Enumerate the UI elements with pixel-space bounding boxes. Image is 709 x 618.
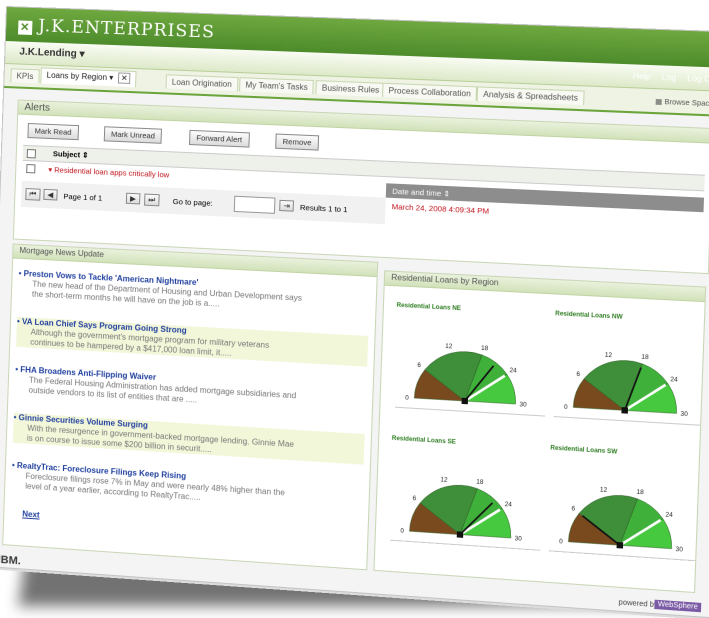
alert-subject[interactable]: ▾ Residential loan apps critically low — [48, 165, 169, 180]
gauge-tick-label: 24 — [505, 502, 513, 509]
gauge-tick-label: 12 — [440, 477, 448, 484]
gauge-tick-label: 18 — [481, 346, 489, 353]
gauge-tick-label: 12 — [445, 344, 453, 351]
goto-page-input[interactable] — [233, 195, 276, 214]
gauge: Residential Loans SW 0 6 12 18 24 30 — [547, 445, 705, 561]
tab-process-collaboration[interactable]: Process Collaboration — [382, 82, 478, 101]
gauge-title: Residential Loans SE — [392, 436, 456, 446]
gauge-title: Residential Loans NW — [555, 311, 623, 321]
gauge-tick-label: 6 — [576, 372, 581, 378]
gauge-tick-label: 30 — [675, 547, 683, 554]
gauge-tick-label: 18 — [641, 355, 649, 362]
gauge-tick-label: 6 — [571, 506, 576, 512]
gauge-tick-label: 0 — [559, 539, 564, 545]
news-item[interactable]: • Preston Vows to Tackle 'American Night… — [18, 269, 370, 318]
gauge: Residential Loans SE 0 6 12 18 24 30 — [388, 436, 544, 551]
log-link[interactable]: Log — [661, 73, 676, 83]
gauge-tick-label: 6 — [417, 363, 421, 369]
brand-mark-icon: ✕ — [17, 20, 33, 35]
go-icon[interactable]: ⇥ — [279, 199, 295, 212]
select-all-checkbox[interactable] — [26, 149, 37, 159]
page-indicator: Page 1 of 1 — [63, 191, 103, 203]
subject-column-header[interactable]: Subject ⇕ — [53, 149, 89, 160]
gauge-tick-label: 24 — [665, 512, 673, 519]
gauge-tick-label: 30 — [519, 402, 527, 409]
gauge: Residential Loans NE 0 6 12 18 24 30 — [393, 303, 549, 416]
gauge-tick-label: 12 — [600, 488, 608, 495]
prev-page-icon[interactable]: ◀ — [43, 188, 58, 201]
gauge-hub — [616, 541, 624, 549]
alert-row-checkbox[interactable] — [26, 164, 36, 174]
tab-my-teams-tasks[interactable]: My Team's Tasks — [239, 77, 315, 95]
tab-analysis[interactable]: Analysis & Spreadsheets — [476, 86, 585, 106]
close-tab-icon[interactable]: ✕ — [117, 72, 131, 84]
gauge-tick-label: 18 — [636, 490, 644, 497]
tab-kpis[interactable]: KPIs — [10, 68, 40, 84]
first-page-icon[interactable]: ⏮ — [25, 188, 41, 201]
tab-business-rules[interactable]: Business Rules — [315, 80, 386, 98]
tab-loan-origination[interactable]: Loan Origination — [165, 74, 239, 92]
gauge-hub — [456, 531, 464, 538]
gauge-title: Residential Loans SW — [550, 445, 618, 455]
next-page-icon[interactable]: ▶ — [125, 192, 141, 205]
brand-logo: ✕ J.K.ENTERPRISES — [17, 15, 216, 43]
gauge-tick-label: 6 — [412, 496, 416, 502]
gauge-tick-label: 0 — [400, 529, 404, 535]
portal-window: ✕ J.K.ENTERPRISES J.K.Lending ▾ Help Log … — [0, 6, 709, 618]
gauges-chart: Residential Loans NE0612 182430Residentia… — [375, 303, 705, 592]
gauge-hub — [461, 397, 469, 405]
gauge-tick-label: 0 — [564, 405, 569, 411]
lender-select[interactable]: J.K.Lending ▾ — [19, 47, 85, 60]
mark-read-button[interactable]: Mark Read — [27, 122, 79, 141]
gauge-tick-label: 30 — [680, 412, 688, 419]
brand-name: J.K.ENTERPRISES — [37, 16, 216, 43]
news-item[interactable]: • VA Loan Chief Says Program Going Stron… — [16, 316, 369, 367]
gauges-panel: Residential Loans by Region Residential … — [373, 270, 707, 594]
help-link[interactable]: Help — [633, 72, 651, 82]
remove-button[interactable]: Remove — [275, 133, 320, 151]
gauge-tick-label: 18 — [476, 480, 484, 487]
tab-loans-by-region[interactable]: Loans by Region ▾ ✕ — [40, 67, 138, 88]
forward-alert-button[interactable]: Forward Alert — [188, 129, 250, 148]
news-panel: Mortgage News Update • Preston Vows to T… — [2, 243, 379, 571]
ibm-logo: IBM. — [0, 553, 22, 568]
gauge-tick-label: 24 — [509, 368, 517, 375]
gauge-hub — [621, 407, 629, 414]
gauge-tick-label: 12 — [605, 353, 613, 360]
logout-link[interactable]: Log Out — [687, 74, 709, 85]
alert-date: March 24, 2008 4:09:34 PM — [391, 201, 490, 216]
gauge-tick-label: 0 — [405, 395, 409, 401]
last-page-icon[interactable]: ⏭ — [144, 193, 160, 207]
gauge: Residential Loans NW 0 6 12 18 24 30 — [551, 311, 704, 426]
gauge-tick-label: 30 — [515, 536, 523, 543]
next-link[interactable]: Next — [22, 509, 40, 520]
results-count: Results 1 to 1 — [299, 202, 348, 215]
goto-label: Go to page: — [172, 196, 213, 208]
mark-unread-button[interactable]: Mark Unread — [103, 126, 163, 144]
gauge-title: Residential Loans NE — [396, 303, 461, 313]
news-item[interactable]: • Ginnie Securities Volume Surging With … — [12, 412, 365, 465]
news-item[interactable]: • FHA Broadens Anti-Flipping Waiver The … — [14, 365, 366, 416]
powered-by-label: powered by — [618, 599, 658, 610]
gauge-tick-label: 24 — [670, 377, 678, 384]
browse-spaces-link[interactable]: ▦ Browse Spaces — [655, 97, 709, 109]
websphere-logo: WebSphere — [654, 599, 702, 613]
news-item[interactable]: • RealtyTrac: Foreclosure Filings Keep R… — [11, 461, 363, 514]
